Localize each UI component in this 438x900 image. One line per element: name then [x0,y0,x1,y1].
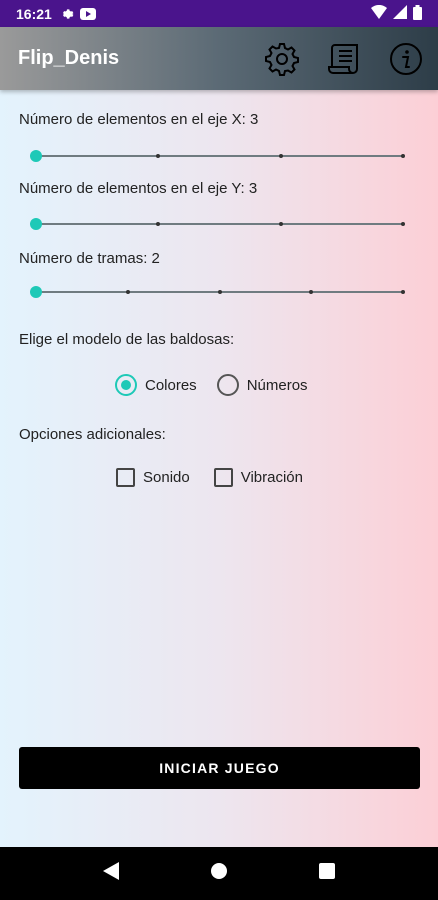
checkbox-sonido[interactable]: Sonido [116,468,190,487]
checkbox[interactable] [213,468,233,487]
status-time: 16:21 [16,5,52,22]
slider-tick [125,290,130,294]
slider-track [36,223,403,225]
extra-options-group: Sonido Vibración [116,468,327,487]
y-elements-label: Número de elementos en el eje Y: 3 [19,180,258,197]
settings-icon[interactable] [264,41,300,77]
settings-gear-icon [60,7,74,21]
radio-button-selected[interactable] [115,374,137,396]
slider-tick [401,222,405,226]
checkbox-label-vibracion: Vibración [240,469,303,486]
checkbox-label-sonido: Sonido [143,469,190,486]
checkbox[interactable] [116,468,135,487]
status-bar: 16:21 [0,0,438,27]
app-bar: Flip_Denis [0,27,438,90]
slider-thumb[interactable] [30,286,42,298]
extra-options-label: Opciones adicionales: [19,426,166,443]
slider-tick [278,154,283,158]
slider-thumb[interactable] [30,150,42,162]
y-elements-slider[interactable] [30,217,405,231]
radio-button[interactable] [216,374,239,396]
radio-numeros[interactable]: Números [216,374,308,396]
tile-model-label: Elige el modelo de las baldosas: [19,331,235,348]
radio-label-numeros: Números [246,376,308,394]
home-icon[interactable] [211,863,227,884]
slider-tick [401,290,405,294]
wifi-icon [371,4,387,22]
slider-thumb[interactable] [30,218,42,230]
slider-tick [309,290,314,294]
start-game-button[interactable]: INICIAR JUEGO [19,747,420,789]
radio-label-colores: Colores [145,376,197,394]
system-nav-bar [0,847,438,900]
app-title: Flip_Denis [18,47,120,69]
checkbox-vibracion[interactable]: Vibración [213,468,303,487]
slider-tick [278,222,283,226]
slider-tick [217,290,222,294]
info-icon[interactable] [388,41,424,77]
recents-icon[interactable] [319,863,335,884]
x-elements-slider[interactable] [30,149,405,163]
frames-label: Número de tramas: 2 [19,250,160,267]
youtube-icon [79,7,96,20]
radio-colores[interactable]: Colores [115,374,197,396]
scroll-icon[interactable] [326,41,362,77]
slider-tick [401,154,405,158]
tile-model-radio-group: Colores Números [115,374,328,396]
slider-track [36,155,403,157]
slider-tick [156,222,161,226]
frames-slider[interactable] [30,285,405,299]
back-icon[interactable] [103,862,119,885]
battery-icon [413,4,422,23]
x-elements-label: Número de elementos en el eje X: 3 [19,111,259,128]
signal-icon [393,5,407,22]
slider-tick [156,154,161,158]
